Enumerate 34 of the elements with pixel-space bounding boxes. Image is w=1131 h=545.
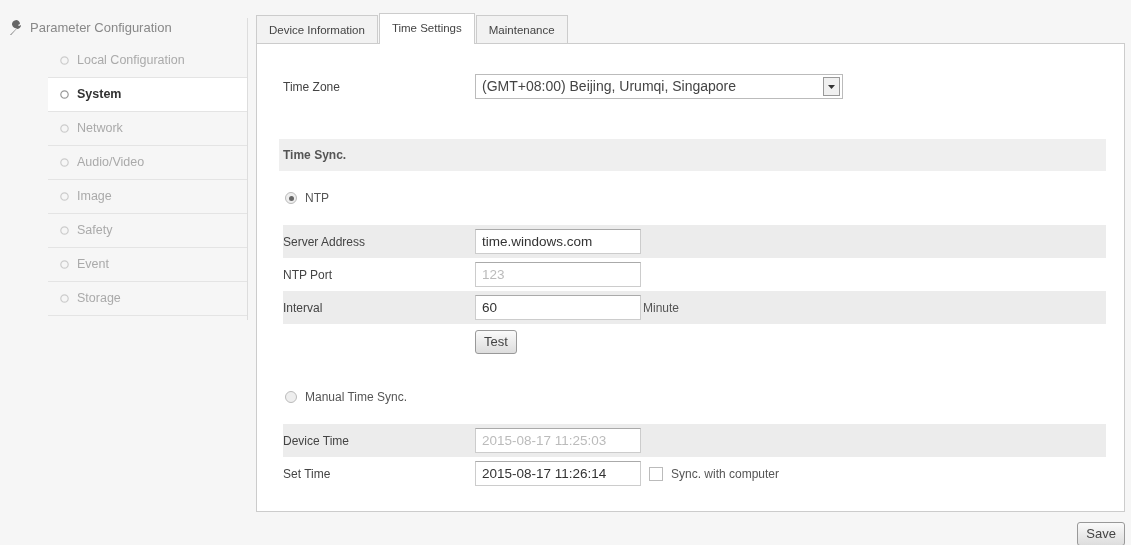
field-label: Time Zone [283, 78, 341, 96]
field-label: Interval [283, 299, 324, 317]
bullet-icon [60, 55, 69, 65]
tab[interactable]: Maintenance [475, 15, 568, 43]
field-label: NTP Port [283, 266, 334, 284]
sidebar-item[interactable]: System [48, 77, 247, 112]
field-label: Device Time [283, 432, 351, 450]
time-zone-dropdown[interactable]: (GMT+08:00) Beijing, Urumqi, Singapore [475, 74, 843, 99]
checkbox-label: Sync. with computer [671, 465, 780, 483]
radio-label: NTP [305, 190, 329, 207]
tab[interactable]: Time Settings [378, 13, 475, 44]
caret-icon [823, 77, 840, 96]
test-button[interactable]: Test [475, 330, 517, 354]
save-button[interactable]: Save [1077, 522, 1125, 545]
field-label: Set Time [283, 465, 332, 483]
bullet-icon [60, 89, 69, 99]
unit-label: Minute [643, 299, 680, 317]
section-header: Time Sync. [279, 139, 1106, 171]
tab[interactable]: Device Information [256, 15, 378, 43]
radio-button[interactable] [285, 192, 297, 204]
bullet-icon [60, 123, 69, 133]
checkbox[interactable] [649, 466, 663, 481]
bullet-icon [60, 191, 69, 201]
bullet-icon [60, 157, 69, 167]
input-field[interactable]: 60 [475, 295, 641, 320]
radio-label: Manual Time Sync. [305, 389, 408, 406]
field-label: Server Address [283, 233, 367, 251]
bullet-icon [60, 259, 69, 269]
bullet-icon [60, 225, 69, 235]
bullet-icon [60, 293, 69, 303]
sidebar-title: Parameter Configuration [30, 19, 172, 37]
input-field[interactable]: 2015-08-17 11:26:14 [475, 461, 641, 486]
radio-button[interactable] [285, 391, 297, 403]
input-field[interactable]: time.windows.com [475, 229, 641, 254]
